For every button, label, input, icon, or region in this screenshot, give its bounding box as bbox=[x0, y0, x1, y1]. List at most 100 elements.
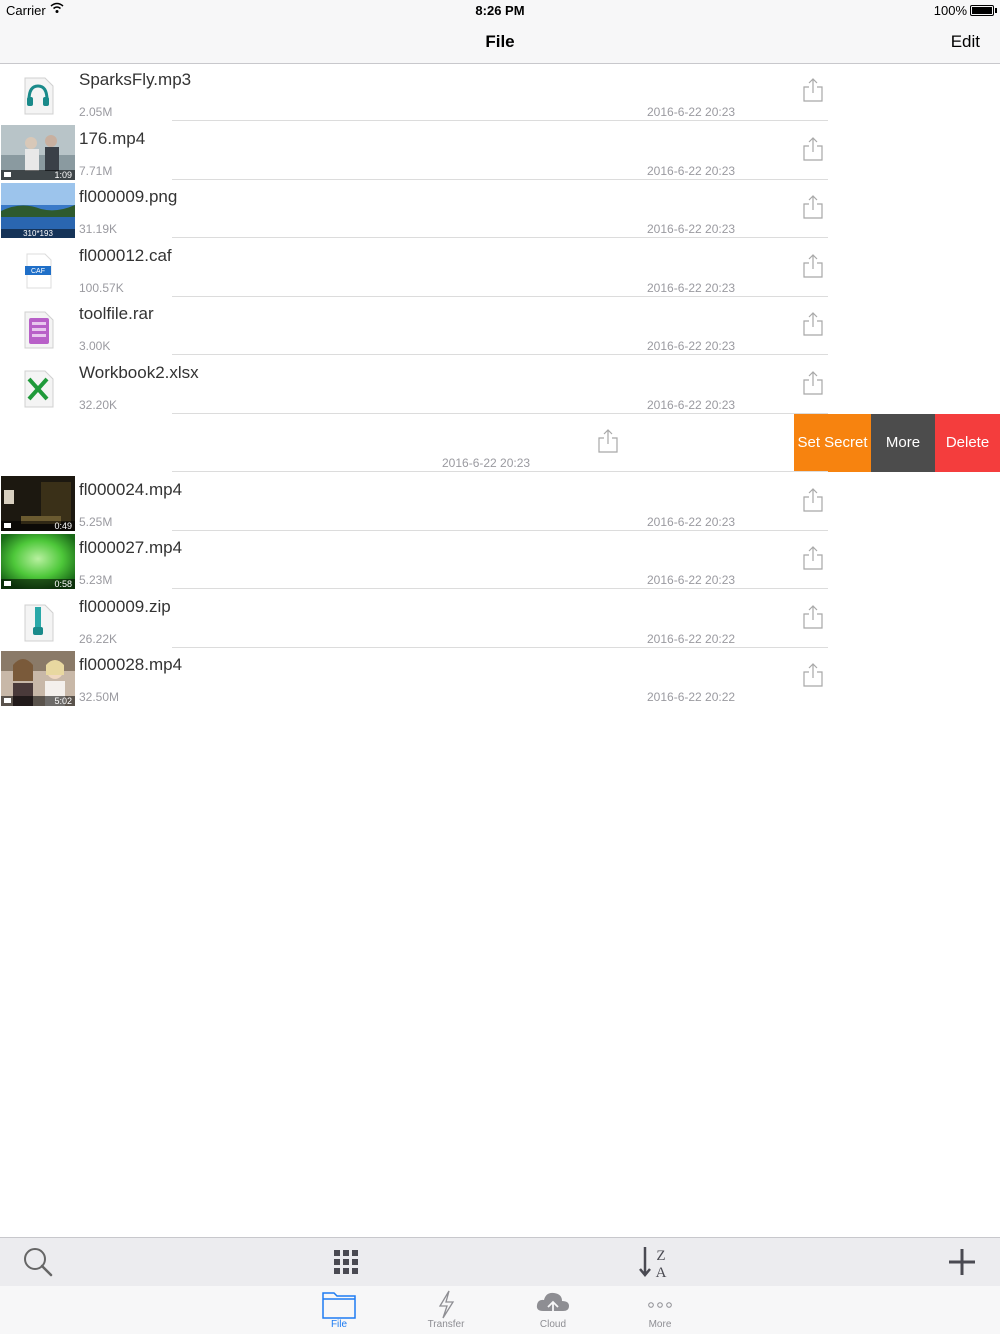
video-duration-badge: 0:58 bbox=[1, 579, 75, 589]
share-icon[interactable] bbox=[803, 546, 823, 570]
sort-z-a-icon[interactable]: Z A bbox=[636, 1244, 672, 1281]
file-date: 2016-6-22 20:22 bbox=[647, 690, 736, 704]
tab-label: Transfer bbox=[427, 1319, 465, 1330]
file-size: 31.19K bbox=[79, 222, 118, 236]
delete-button[interactable]: Delete bbox=[935, 414, 1000, 472]
lightning-icon bbox=[438, 1290, 455, 1319]
file-size: 32.20K bbox=[79, 397, 118, 412]
file-date: 2016-6-22 20:23 bbox=[647, 514, 736, 529]
status-bar: Carrier 8:26 PM 100% bbox=[0, 0, 1000, 20]
sort-a-label: A bbox=[656, 1265, 667, 1280]
share-icon[interactable] bbox=[803, 487, 823, 512]
video-duration-badge: 0:49 bbox=[1, 520, 75, 531]
video-duration-badge: 5:02 bbox=[1, 696, 75, 706]
file-row[interactable]: toolfile.rar 3.00K 2016-6-22 20:23 bbox=[0, 297, 1000, 355]
video-thumbnail: 0:49 bbox=[1, 475, 75, 531]
tab-transfer[interactable]: Transfer bbox=[411, 1286, 481, 1334]
more-action-button[interactable]: More bbox=[871, 414, 935, 472]
file-size: 7.71M bbox=[79, 163, 113, 178]
file-name: SparksFly.mp3 bbox=[79, 70, 192, 89]
share-icon[interactable] bbox=[803, 370, 823, 395]
bottom-toolbar: Z A bbox=[0, 1237, 1000, 1287]
file-date: 2016-6-22 20:22 bbox=[647, 631, 736, 646]
camera-icon bbox=[4, 581, 11, 586]
image-thumbnail: 310*193 bbox=[1, 183, 75, 238]
file-row[interactable]: 5:02 fl000028.mp4 32.50M 2016-6-22 20:22 bbox=[0, 648, 1000, 706]
share-icon[interactable] bbox=[598, 429, 618, 453]
file-date: 2016-6-22 20:23 bbox=[442, 456, 531, 470]
file-date: 2016-6-22 20:23 bbox=[647, 573, 736, 587]
share-icon[interactable] bbox=[803, 663, 823, 687]
tab-bar: File Transfer Cloud More bbox=[0, 1286, 1000, 1334]
file-date: 2016-6-22 20:23 bbox=[647, 222, 736, 236]
ellipsis-icon bbox=[648, 1302, 672, 1308]
share-icon[interactable] bbox=[803, 604, 823, 629]
file-size: 32.50M bbox=[79, 690, 120, 704]
file-date: 2016-6-22 20:23 bbox=[647, 163, 736, 178]
search-icon[interactable] bbox=[20, 1244, 56, 1280]
battery-percent: 100% bbox=[933, 3, 967, 18]
audio-file-icon bbox=[1, 66, 75, 121]
file-name: fl000024.mp4 bbox=[79, 479, 183, 499]
zip-file-icon bbox=[1, 593, 75, 648]
file-row-swiped[interactable]: 2016-6-22 20:23 Set Secret More Delete bbox=[0, 414, 1000, 472]
file-date: 2016-6-22 20:23 bbox=[647, 339, 736, 353]
video-thumbnail: 0:58 bbox=[1, 534, 75, 589]
file-name: fl000009.zip bbox=[79, 596, 171, 616]
file-date: 2016-6-22 20:23 bbox=[647, 397, 736, 412]
camera-icon bbox=[4, 698, 11, 703]
video-duration-badge: 1:09 bbox=[1, 169, 75, 180]
camera-icon bbox=[4, 522, 11, 528]
file-size: 2.05M bbox=[79, 105, 113, 119]
file-name: toolfile.rar bbox=[79, 304, 154, 323]
file-size: 26.22K bbox=[79, 631, 118, 646]
file-date: 2016-6-22 20:23 bbox=[647, 280, 736, 295]
caf-file-icon: CAF bbox=[1, 242, 75, 297]
file-row[interactable]: 310*193 fl000009.png 31.19K 2016-6-22 20… bbox=[0, 180, 1000, 238]
file-row[interactable]: 0:58 fl000027.mp4 5.23M 2016-6-22 20:23 bbox=[0, 531, 1000, 589]
sort-z-label: Z bbox=[656, 1248, 665, 1264]
page-title: File bbox=[485, 32, 515, 51]
edit-button[interactable]: Edit bbox=[951, 32, 980, 52]
file-size: 3.00K bbox=[79, 339, 111, 353]
battery-icon bbox=[970, 5, 997, 16]
file-name: fl000009.png bbox=[79, 187, 178, 206]
video-thumbnail: 5:02 bbox=[1, 651, 75, 706]
clock: 8:26 PM bbox=[475, 3, 525, 18]
camera-icon bbox=[4, 171, 11, 177]
folder-icon bbox=[322, 1292, 356, 1319]
share-icon[interactable] bbox=[803, 136, 823, 161]
cloud-upload-icon bbox=[536, 1292, 569, 1318]
file-size: 5.23M bbox=[79, 573, 113, 587]
image-dimensions-badge: 310*193 bbox=[1, 229, 75, 238]
tab-label: Cloud bbox=[539, 1319, 567, 1330]
share-icon[interactable] bbox=[803, 195, 823, 219]
file-size: 5.25M bbox=[79, 514, 113, 529]
grid-icon[interactable] bbox=[328, 1244, 364, 1280]
excel-file-icon bbox=[1, 359, 75, 414]
file-name: fl000027.mp4 bbox=[79, 538, 183, 557]
share-icon[interactable] bbox=[803, 312, 823, 336]
share-icon[interactable] bbox=[803, 253, 823, 278]
file-row[interactable]: fl000009.zip 26.22K 2016-6-22 20:22 bbox=[0, 590, 1000, 648]
tab-cloud[interactable]: Cloud bbox=[518, 1286, 588, 1334]
caf-badge-text: CAF bbox=[31, 268, 45, 275]
file-name: fl000012.caf bbox=[79, 245, 172, 265]
file-name: 176.mp4 bbox=[79, 128, 146, 148]
navigation-bar: File Edit bbox=[0, 20, 1000, 64]
archive-file-icon bbox=[1, 300, 75, 355]
file-row[interactable]: SparksFly.mp3 2.05M 2016-6-22 20:23 bbox=[0, 63, 1000, 121]
set-secret-button[interactable]: Set Secret bbox=[794, 414, 871, 472]
file-row[interactable]: 0:49 fl000024.mp4 5.25M 2016-6-22 20:23 bbox=[0, 473, 1000, 531]
tab-file[interactable]: File bbox=[304, 1286, 374, 1334]
file-row[interactable]: Workbook2.xlsx 32.20K 2016-6-22 20:23 bbox=[0, 356, 1000, 414]
file-name: Workbook2.xlsx bbox=[79, 362, 199, 382]
tab-label: More bbox=[648, 1319, 672, 1330]
share-icon[interactable] bbox=[803, 78, 823, 102]
file-row[interactable]: CAF fl000012.caf 100.57K 2016-6-22 20:23 bbox=[0, 239, 1000, 297]
tab-more[interactable]: More bbox=[625, 1286, 695, 1334]
file-name: fl000028.mp4 bbox=[79, 655, 183, 674]
tab-label: File bbox=[330, 1319, 348, 1330]
plus-icon[interactable] bbox=[944, 1244, 980, 1280]
file-row[interactable]: 1:09 176.mp4 7.71M 2016-6-22 20:23 bbox=[0, 122, 1000, 180]
